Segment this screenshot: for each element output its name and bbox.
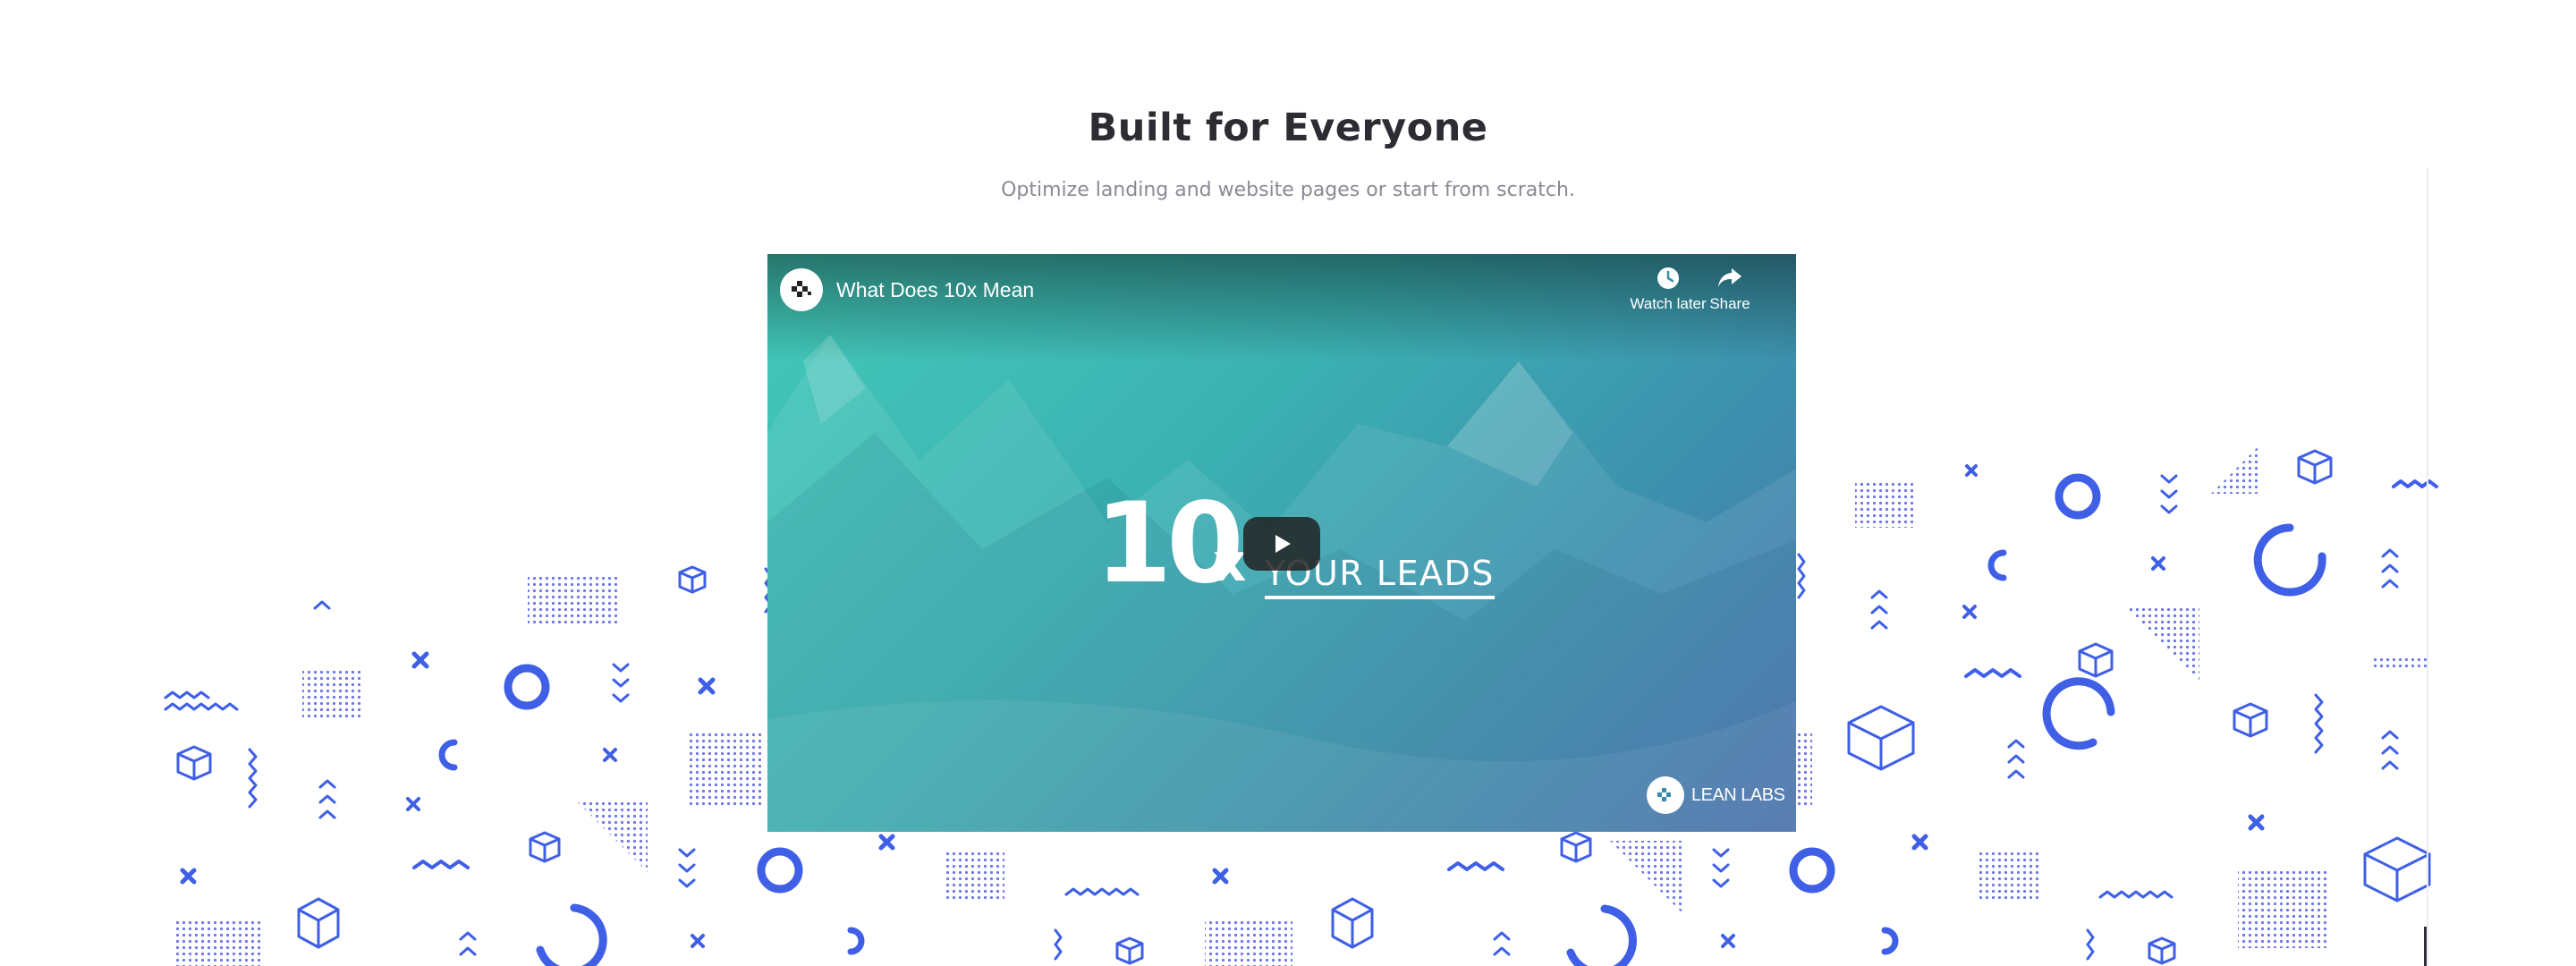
right-border-line: [2427, 168, 2428, 966]
channel-avatar[interactable]: [780, 268, 823, 311]
share-arrow-icon: [1718, 268, 1741, 287]
share-button[interactable]: Share: [1699, 267, 1761, 313]
play-button[interactable]: [1243, 517, 1320, 571]
brand-logo-icon: [1647, 776, 1684, 814]
section-title: Built for Everyone: [1088, 106, 1488, 150]
share-label: Share: [1709, 295, 1750, 312]
section-subtitle: Optimize landing and website pages or st…: [1001, 179, 1575, 201]
play-icon: [1275, 535, 1291, 553]
video-player[interactable]: What Does 10x Mean Watch later Share 10 …: [767, 254, 1796, 832]
brand-watermark: LEAN LABS: [1647, 776, 1785, 814]
lean-labs-logo-icon: [792, 281, 811, 297]
thumbnail-multiplier: x: [1213, 532, 1247, 593]
right-bottom-accent: [2424, 927, 2427, 966]
clock-icon: [1657, 267, 1679, 289]
video-title[interactable]: What Does 10x Mean: [836, 278, 1034, 302]
brand-label: LEAN LABS: [1691, 784, 1785, 805]
